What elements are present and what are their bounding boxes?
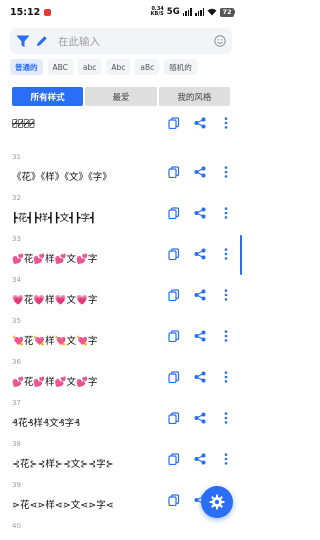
- style-preview-text: 花̶̷̷样̶̷̷文̶̷̷字̶̷̷: [12, 118, 35, 129]
- style-chips: 普通的 ABC abc Abc aBc 随机的: [10, 59, 197, 75]
- list-item[interactable]: 31 《花》《样》《文》《字》: [0, 151, 243, 192]
- row-actions: [167, 247, 233, 261]
- status-bar: 15:12 0.34 KB/S 5G 72: [0, 0, 243, 24]
- copy-icon[interactable]: [167, 493, 181, 507]
- style-number: 39: [12, 481, 21, 489]
- style-preview-text: 💕花💕样💕文💕字: [12, 254, 98, 265]
- status-time: 15:12: [10, 6, 41, 18]
- more-vertical-icon[interactable]: [219, 247, 233, 261]
- row-actions: [167, 206, 233, 220]
- row-actions: [167, 116, 233, 130]
- copy-icon[interactable]: [167, 116, 181, 130]
- chip-normal[interactable]: 普通的: [10, 59, 43, 75]
- row-actions: [167, 329, 233, 343]
- net-speed-unit: KB/S: [150, 11, 164, 17]
- style-number: 31: [12, 153, 21, 161]
- copy-icon[interactable]: [167, 206, 181, 220]
- status-right: 0.34 KB/S 5G 72: [151, 7, 235, 17]
- list-item[interactable]: 35 💘花💘样💘文💘字: [0, 315, 243, 356]
- tab-all-styles[interactable]: 所有样式: [12, 87, 84, 106]
- chip-title[interactable]: Abc: [106, 59, 131, 75]
- style-number: 36: [12, 358, 21, 366]
- battery-level: 72: [220, 7, 234, 17]
- app-notification-icon: [44, 8, 52, 16]
- copy-icon[interactable]: [167, 165, 181, 179]
- share-icon[interactable]: [193, 370, 207, 384]
- settings-fab-button[interactable]: [201, 486, 233, 518]
- more-vertical-icon[interactable]: [219, 165, 233, 179]
- tab-favorites[interactable]: 最爱: [85, 87, 157, 106]
- copy-icon[interactable]: [167, 247, 181, 261]
- list-item[interactable]: 花̶̷̷样̶̷̷文̶̷̷字̶̷̷: [0, 110, 243, 151]
- chip-mixed[interactable]: aBc: [135, 59, 160, 75]
- style-number: 38: [12, 440, 21, 448]
- style-preview-text: 《花》《样》《文》《字》: [12, 172, 112, 183]
- style-number: 32: [12, 194, 21, 202]
- pencil-icon: [37, 36, 47, 46]
- share-icon[interactable]: [193, 206, 207, 220]
- share-icon[interactable]: [193, 329, 207, 343]
- gear-icon: [209, 494, 225, 510]
- style-list: 花̶̷̷样̶̷̷文̶̷̷字̶̷̷ 31 《花》《样》《文》《字》 32 ┣花┫┣…: [0, 110, 243, 540]
- network-type: 5G: [166, 7, 180, 17]
- list-item[interactable]: 37 ₰花₰样₰文₰字₰: [0, 397, 243, 438]
- list-item[interactable]: 38 ⊰花⊱⊰样⊱⊰文⊱⊰字⊱: [0, 438, 243, 479]
- style-number: 35: [12, 317, 21, 325]
- style-preview-text: ⊰花⊱⊰样⊱⊰文⊱⊰字⊱: [12, 459, 114, 470]
- chip-lower[interactable]: abc: [77, 59, 102, 75]
- list-item[interactable]: 34 💗花💗样💗文💗字: [0, 274, 243, 315]
- list-item[interactable]: 33 💕花💕样💕文💕字: [0, 233, 243, 274]
- search-input[interactable]: 在此输入: [58, 34, 214, 49]
- style-preview-text: 💘花💘样💘文💘字: [12, 336, 98, 347]
- more-vertical-icon[interactable]: [219, 452, 233, 466]
- share-icon[interactable]: [193, 165, 207, 179]
- more-vertical-icon[interactable]: [219, 288, 233, 302]
- filter-funnel-icon[interactable]: [16, 35, 30, 48]
- chip-upper[interactable]: ABC: [47, 59, 73, 75]
- share-icon[interactable]: [193, 452, 207, 466]
- list-item[interactable]: 32 ┣花┫┣样┫┣文┫┣字┫: [0, 192, 243, 233]
- style-preview-text: ₰花₰样₰文₰字₰: [12, 418, 81, 429]
- scrollbar[interactable]: [240, 235, 242, 275]
- share-icon[interactable]: [193, 247, 207, 261]
- row-actions: [167, 411, 233, 425]
- smiley-icon[interactable]: [214, 35, 226, 47]
- share-icon[interactable]: [193, 411, 207, 425]
- share-icon[interactable]: [193, 116, 207, 130]
- signal-icon-2: [195, 8, 205, 16]
- net-speed: 0.34 KB/S: [151, 7, 164, 17]
- row-actions: [167, 452, 233, 466]
- tab-my-styles[interactable]: 我的风格: [158, 87, 230, 106]
- style-number: 37: [12, 399, 21, 407]
- style-preview-text: 💕花💕样💕文💕字: [12, 377, 98, 388]
- copy-icon[interactable]: [167, 288, 181, 302]
- list-item[interactable]: 40: [0, 520, 243, 540]
- style-number: 33: [12, 235, 21, 243]
- list-item[interactable]: 36 💕花💕样💕文💕字: [0, 356, 243, 397]
- row-actions: [167, 370, 233, 384]
- copy-icon[interactable]: [167, 329, 181, 343]
- style-preview-text: ⋗花⋖⋗样⋖⋗文⋖⋗字⋖: [12, 500, 114, 511]
- style-number: 34: [12, 276, 21, 284]
- more-vertical-icon[interactable]: [219, 206, 233, 220]
- more-vertical-icon[interactable]: [219, 329, 233, 343]
- share-icon[interactable]: [193, 288, 207, 302]
- more-vertical-icon[interactable]: [219, 411, 233, 425]
- style-preview-text: 💗花💗样💗文💗字: [12, 295, 98, 306]
- wifi-icon: [207, 8, 217, 16]
- row-actions: [167, 165, 233, 179]
- copy-icon[interactable]: [167, 370, 181, 384]
- copy-icon[interactable]: [167, 411, 181, 425]
- signal-icon: [182, 8, 193, 16]
- search-box[interactable]: 在此输入: [10, 28, 232, 54]
- category-tabs: 所有样式 最爱 我的风格: [12, 87, 230, 106]
- chip-random[interactable]: 随机的: [164, 59, 197, 75]
- style-preview-text: ┣花┫┣样┫┣文┫┣字┫: [12, 213, 96, 224]
- copy-icon[interactable]: [167, 452, 181, 466]
- battery-icon: 72: [220, 7, 235, 17]
- row-actions: [167, 288, 233, 302]
- more-vertical-icon[interactable]: [219, 370, 233, 384]
- more-vertical-icon[interactable]: [219, 116, 233, 130]
- style-number: 40: [12, 522, 21, 530]
